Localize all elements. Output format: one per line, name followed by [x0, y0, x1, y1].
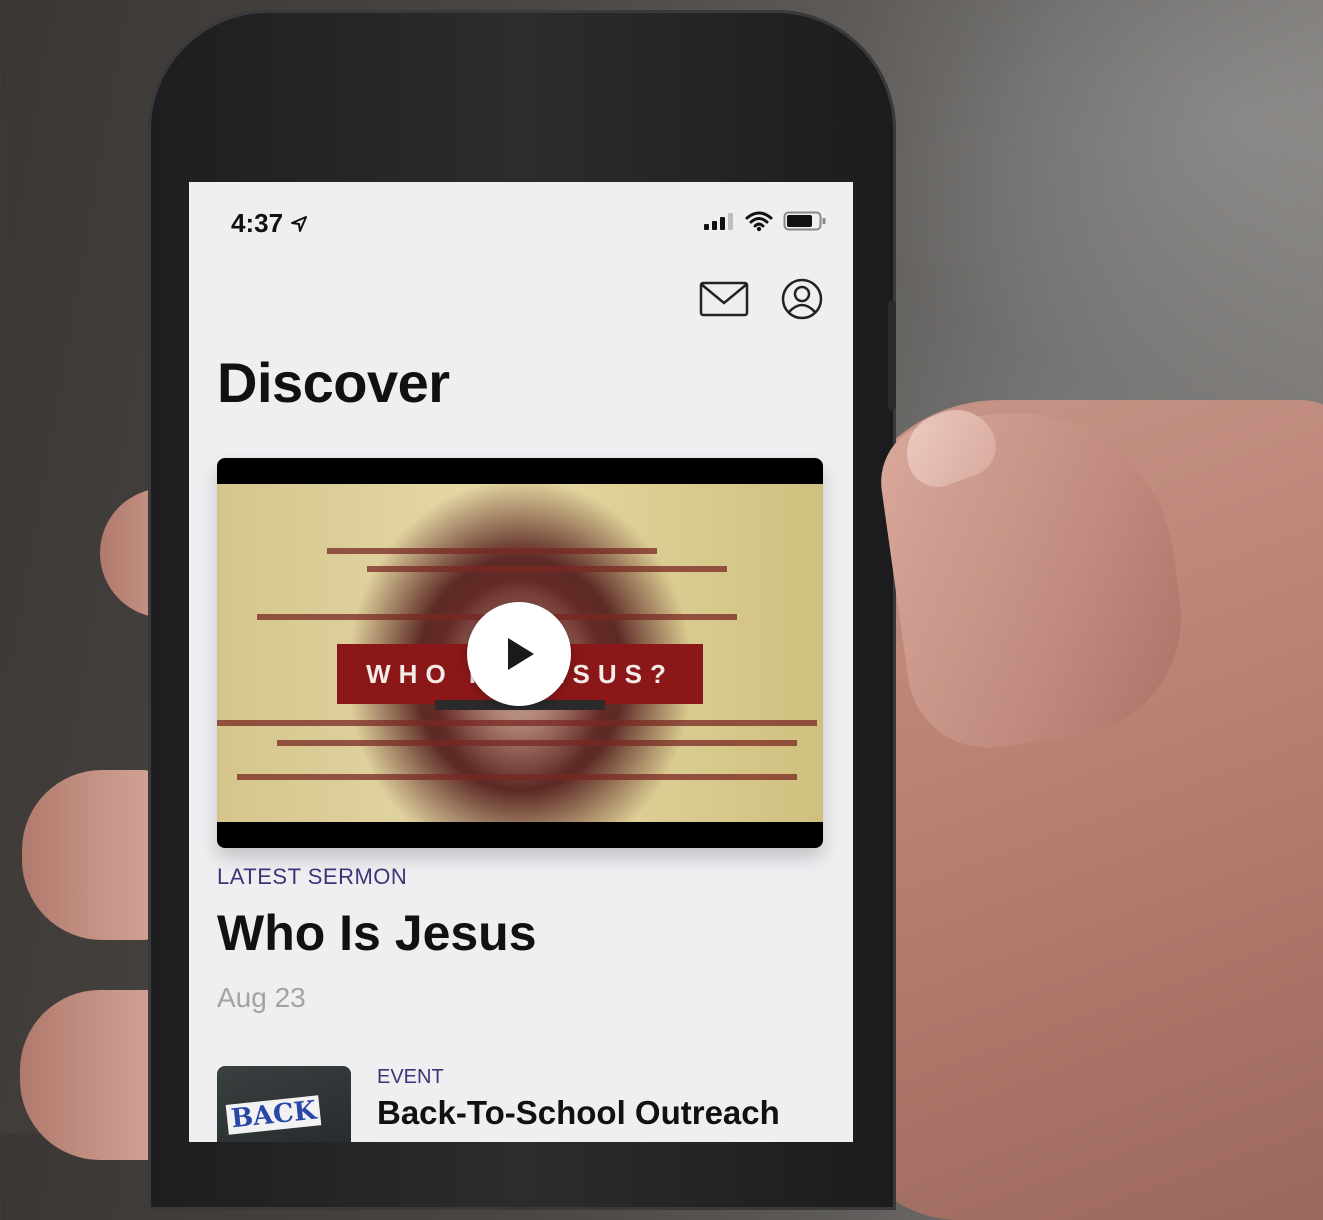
play-button[interactable]: [467, 602, 571, 706]
sermon-category-label: LATEST SERMON: [217, 864, 408, 889]
page-title: Discover: [217, 351, 450, 414]
glitch-stripe: [217, 720, 817, 726]
battery-icon: [783, 211, 826, 231]
header-actions: [699, 278, 823, 320]
event-thumbnail-text: BACK: [225, 1095, 322, 1135]
status-icons: [703, 210, 827, 232]
featured-video-card[interactable]: WHO IS JESUS?: [217, 458, 823, 848]
glitch-stripe: [277, 740, 797, 746]
phone-side-button: [888, 300, 896, 410]
app-screen: 4:37 Discover WHO JESUS? LATEST SERMON W…: [189, 182, 853, 1142]
event-thumbnail[interactable]: BACK: [217, 1066, 351, 1142]
glitch-stripe: [327, 548, 657, 554]
profile-icon[interactable]: [781, 278, 823, 320]
wifi-icon: [745, 211, 773, 232]
sermon-date: Aug 23: [217, 982, 306, 1013]
event-category-label: EVENT: [377, 1066, 444, 1088]
status-time-text: 4:37: [231, 208, 284, 238]
play-icon: [508, 638, 534, 670]
sermon-title[interactable]: Who Is Jesus: [217, 904, 537, 962]
cellular-signal-icon: [704, 213, 733, 230]
sermon-artwork: WHO IS JESUS?: [217, 484, 823, 822]
mail-icon[interactable]: [699, 281, 749, 317]
status-time: 4:37: [231, 208, 308, 239]
glitch-stripe: [237, 774, 797, 780]
location-arrow-icon: [291, 216, 308, 232]
glitch-stripe: [367, 566, 727, 572]
event-title[interactable]: Back-To-School Outreach: [377, 1094, 780, 1132]
